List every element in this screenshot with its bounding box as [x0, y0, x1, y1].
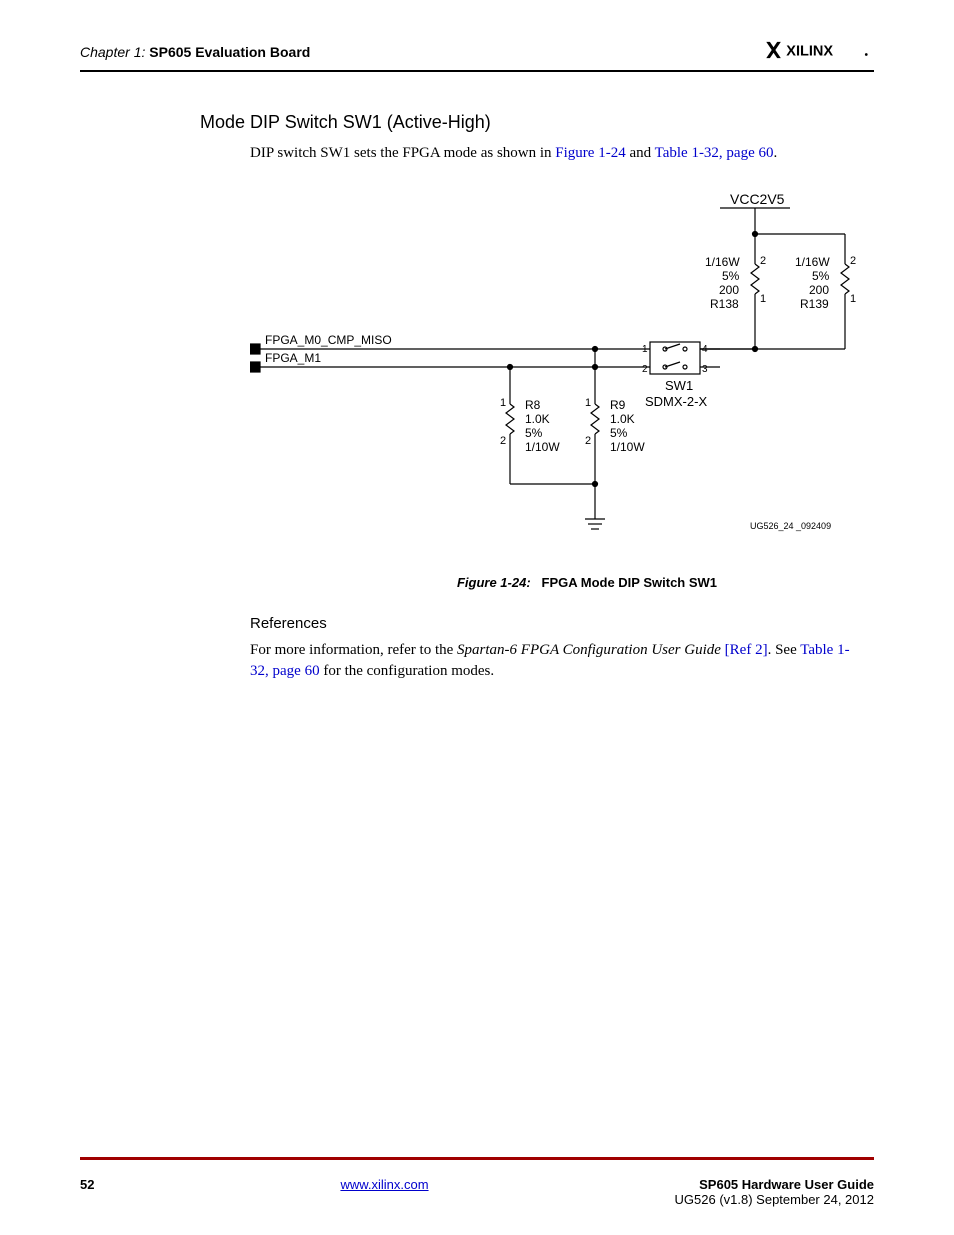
sig0-label: FPGA_M0_CMP_MISO	[265, 333, 392, 347]
figure-title: FPGA Mode DIP Switch SW1	[542, 575, 718, 590]
brand-logo: XILINX	[764, 40, 874, 64]
footer-url[interactable]: www.xilinx.com	[340, 1177, 428, 1192]
ref2-link[interactable]: [Ref 2]	[725, 642, 768, 658]
page-header: Chapter 1: SP605 Evaluation Board XILINX	[80, 40, 874, 72]
r8: 1 2 R8 1.0K 5% 1/10W	[500, 365, 560, 485]
sw1-label: SW1	[665, 378, 693, 393]
svg-text:200: 200	[809, 283, 829, 297]
section-intro: DIP switch SW1 sets the FPGA mode as sho…	[250, 143, 864, 164]
doc-subtitle: UG526 (v1.8) September 24, 2012	[675, 1192, 874, 1207]
figure-label: Figure 1-24:	[457, 575, 531, 590]
svg-text:1: 1	[585, 397, 591, 409]
svg-text:5%: 5%	[610, 426, 628, 440]
doc-title: SP605 Hardware User Guide	[675, 1177, 874, 1192]
svg-text:1/10W: 1/10W	[610, 440, 645, 454]
figure-1-24: VCC2V5 2 1 1/16W 5% 200 R138	[250, 184, 874, 590]
ref-doc-title: Spartan-6 FPGA Configuration User Guide	[457, 642, 721, 658]
svg-text:1: 1	[642, 344, 648, 355]
svg-text:1/16W: 1/16W	[795, 255, 830, 269]
svg-text:3: 3	[702, 364, 708, 375]
chapter-label: Chapter 1:	[80, 44, 145, 60]
svg-text:1.0K: 1.0K	[525, 412, 550, 426]
table-link[interactable]: Table 1-32, page 60	[655, 145, 774, 161]
chapter-title: SP605 Evaluation Board	[149, 44, 310, 60]
intro-text-a: DIP switch SW1 sets the FPGA mode as sho…	[250, 145, 555, 161]
schematic-svg: VCC2V5 2 1 1/16W 5% 200 R138	[250, 184, 870, 564]
svg-text:5%: 5%	[812, 269, 830, 283]
figure-link[interactable]: Figure 1-24	[555, 145, 625, 161]
svg-text:1: 1	[850, 293, 856, 305]
svg-text:2: 2	[585, 435, 591, 447]
svg-text:R9: R9	[610, 398, 626, 412]
svg-text:200: 200	[719, 283, 739, 297]
svg-text:R138: R138	[710, 297, 739, 311]
svg-text:2: 2	[500, 435, 506, 447]
intro-text-b: and	[626, 145, 655, 161]
svg-text:5%: 5%	[722, 269, 740, 283]
sw1-part: SDMX-2-X	[645, 394, 707, 409]
svg-text:2: 2	[850, 255, 856, 267]
page-footer: 52 www.xilinx.com SP605 Hardware User Gu…	[80, 1177, 874, 1207]
intro-text-c: .	[774, 145, 778, 161]
svg-text:1/16W: 1/16W	[705, 255, 740, 269]
r138: 2 1 1/16W 5% 200 R138	[705, 255, 766, 324]
ref-text-a: For more information, refer to the	[250, 642, 457, 658]
svg-text:XILINX: XILINX	[786, 43, 833, 59]
ref-text-c: . See	[768, 642, 801, 658]
svg-text:1/10W: 1/10W	[525, 440, 560, 454]
references-body: For more information, refer to the Spart…	[250, 640, 864, 682]
figure-id: UG526_24 _092409	[750, 521, 831, 531]
sig1-label: FPGA_M1	[265, 351, 321, 365]
svg-text:R139: R139	[800, 297, 829, 311]
figure-caption: Figure 1-24: FPGA Mode DIP Switch SW1	[300, 575, 874, 590]
references-heading: References	[250, 615, 874, 632]
xilinx-logo-icon: XILINX	[764, 40, 874, 60]
svg-text:1: 1	[500, 397, 506, 409]
page-number: 52	[80, 1177, 94, 1192]
section-heading: Mode DIP Switch SW1 (Active-High)	[200, 112, 874, 133]
footer-rule	[80, 1157, 874, 1160]
svg-text:1.0K: 1.0K	[610, 412, 635, 426]
vcc-label: VCC2V5	[730, 191, 785, 207]
svg-text:5%: 5%	[525, 426, 543, 440]
svg-text:1: 1	[760, 293, 766, 305]
svg-text:2: 2	[642, 364, 648, 375]
r139: 2 1 1/16W 5% 200 R139	[795, 255, 856, 349]
svg-text:2: 2	[760, 255, 766, 267]
svg-text:R8: R8	[525, 398, 541, 412]
ref-text-d: for the configuration modes.	[320, 663, 495, 679]
header-left: Chapter 1: SP605 Evaluation Board	[80, 44, 310, 60]
